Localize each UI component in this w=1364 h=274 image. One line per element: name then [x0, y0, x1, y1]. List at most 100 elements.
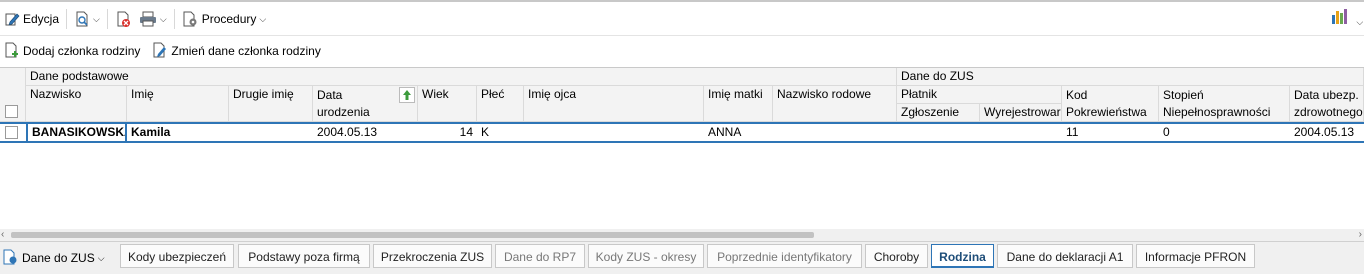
- cell-data-urodzenia[interactable]: 2004.05.13: [313, 123, 418, 142]
- tab-choroby[interactable]: Choroby: [865, 244, 928, 268]
- add-document-icon: [4, 42, 23, 61]
- group-header-basic: Dane podstawowe: [26, 68, 897, 86]
- tab-view-dropdown[interactable]: Dane do ZUS ⌵: [2, 246, 105, 270]
- tab-podstawy-poza-firma[interactable]: Podstawy poza firmą: [238, 244, 370, 268]
- chevron-down-icon[interactable]: ⌵: [160, 14, 167, 25]
- select-all-checkbox[interactable]: [5, 105, 18, 118]
- edit-label: Edycja: [23, 12, 60, 26]
- printer-icon: [139, 11, 157, 27]
- col-header-imie-matki[interactable]: Imię matki: [704, 86, 773, 122]
- col-header-stopien-line2: Niepełnosprawności: [1163, 105, 1271, 119]
- cell-imie-ojca[interactable]: [524, 123, 704, 142]
- sort-ascending-icon[interactable]: [399, 87, 415, 103]
- document-icon: [2, 249, 18, 268]
- edit-document-icon: [152, 42, 171, 61]
- col-header-kod-line1: Kod: [1066, 88, 1088, 102]
- cell-stopien-niepelnosprawnosci[interactable]: 0: [1159, 123, 1290, 142]
- action-bar: Dodaj członka rodziny Zmień dane członka…: [0, 37, 1364, 65]
- bottom-tab-bar: Dane do ZUS ⌵ Kody ubezpieczeń Podstawy …: [0, 241, 1364, 274]
- tab-view-dropdown-label: Dane do ZUS: [22, 251, 95, 265]
- chevron-down-icon: ⌵: [259, 13, 267, 24]
- col-header-data-ubezpieczenia[interactable]: Data ubezp. zdrowotnego: [1290, 86, 1364, 122]
- cell-imie[interactable]: Kamila: [127, 123, 229, 142]
- scroll-left-icon[interactable]: ‹: [1, 229, 4, 241]
- procedures-button[interactable]: Procedury ⌵: [178, 7, 271, 31]
- col-header-drugie-imie[interactable]: Drugie imię: [229, 86, 313, 122]
- window-top-border: [0, 0, 1364, 2]
- pencil-icon: [4, 11, 20, 27]
- col-header-wyrejestrowanie-label: Wyrejestrowar: [984, 105, 1061, 119]
- procedures-label: Procedury: [201, 12, 257, 26]
- cell-kod-pokrewienstwa[interactable]: 11: [1062, 123, 1159, 142]
- cell-zgloszenie[interactable]: [897, 123, 980, 142]
- col-header-imie-ojca-label: Imię ojca: [528, 87, 577, 101]
- chart-button[interactable]: ⌵: [1330, 7, 1363, 28]
- col-header-plec-label: Płeć: [481, 87, 505, 101]
- chevron-down-icon[interactable]: ⌵: [1356, 17, 1363, 27]
- change-family-member-button[interactable]: Zmień dane członka rodziny: [148, 42, 324, 61]
- change-family-member-label: Zmień dane członka rodziny: [171, 44, 321, 58]
- tab-informacje-pfron[interactable]: Informacje PFRON: [1136, 244, 1255, 268]
- tab-kody-ubezpieczen[interactable]: Kody ubezpieczeń: [120, 244, 234, 268]
- cell-nazwisko-rodowe[interactable]: [773, 123, 897, 142]
- col-header-stopien-line1: Stopień: [1163, 88, 1204, 102]
- col-header-zgloszenie-label: Zgłoszenie: [901, 105, 960, 119]
- col-header-data-urodzenia[interactable]: Data urodzenia: [313, 86, 418, 122]
- col-header-stopien-niepelnosprawnosci[interactable]: Stopień Niepełnosprawności: [1159, 86, 1290, 122]
- tab-kody-zus-okresy[interactable]: Kody ZUS - okresy: [588, 244, 704, 268]
- tab-dane-do-deklaracji-a1[interactable]: Dane do deklaracji A1: [997, 244, 1133, 268]
- family-members-grid: Dane podstawowe Dane do ZUS Nazwisko Imi…: [0, 67, 1364, 234]
- delete-document-icon: [115, 11, 131, 27]
- cell-imie-matki[interactable]: ANNA: [704, 123, 773, 142]
- preview-button[interactable]: ⌵: [70, 7, 104, 31]
- col-header-nazwisko-label: Nazwisko: [30, 87, 82, 101]
- gear-document-icon: [182, 11, 198, 27]
- toolbar: Edycja ⌵ ⌵ Procedury ⌵ ⌵: [0, 3, 1364, 36]
- toolbar-separator: [173, 9, 175, 29]
- cell-plec[interactable]: K: [477, 123, 524, 142]
- col-header-wiek[interactable]: Wiek: [418, 86, 477, 122]
- tab-dane-do-rp7[interactable]: Dane do RP7: [495, 244, 585, 268]
- row-checkbox[interactable]: [5, 126, 18, 139]
- cell-data-ubezpieczenia[interactable]: 2004.05.13: [1290, 123, 1364, 142]
- col-header-imie-matki-label: Imię matki: [708, 87, 763, 101]
- cell-nazwisko[interactable]: BANASIKOWSKA: [26, 122, 127, 143]
- preview-icon: [74, 11, 90, 27]
- col-header-ubezp-line2: zdrowotnego: [1294, 105, 1363, 119]
- col-header-drugie-imie-label: Drugie imię: [233, 87, 294, 101]
- col-header-nazwisko-rodowe[interactable]: Nazwisko rodowe: [773, 86, 897, 122]
- horizontal-scrollbar[interactable]: ‹ ›: [0, 229, 1364, 241]
- col-header-wiek-label: Wiek: [422, 87, 449, 101]
- col-header-kod-line2: Pokrewieństwa: [1066, 105, 1147, 119]
- cell-drugie-imie[interactable]: [229, 123, 313, 142]
- col-header-platnik: Płatnik: [897, 86, 1062, 104]
- tab-przekroczenia-zus[interactable]: Przekroczenia ZUS: [373, 244, 492, 268]
- scrollbar-thumb[interactable]: [11, 232, 814, 238]
- tab-poprzednie-identyfikatory[interactable]: Poprzednie identyfikatory: [707, 244, 862, 268]
- scroll-right-icon[interactable]: ›: [1359, 229, 1362, 241]
- chevron-down-icon[interactable]: ⌵: [93, 14, 100, 25]
- col-header-nazwisko[interactable]: Nazwisko: [26, 86, 127, 122]
- col-header-ubezp-line1: Data ubezp.: [1294, 88, 1359, 102]
- col-header-imie-ojca[interactable]: Imię ojca: [524, 86, 704, 122]
- col-header-kod-pokrewienstwa[interactable]: Kod Pokrewieństwa: [1062, 86, 1159, 122]
- group-header-zus: Dane do ZUS: [897, 68, 1364, 86]
- toolbar-separator: [106, 9, 108, 29]
- cell-wiek[interactable]: 14: [418, 123, 477, 142]
- col-header-wyrejestrowanie[interactable]: Wyrejestrowar: [980, 104, 1062, 122]
- col-header-imie[interactable]: Imię: [127, 86, 229, 122]
- col-header-zgloszenie[interactable]: Zgłoszenie: [897, 104, 980, 122]
- edit-button[interactable]: Edycja: [0, 7, 63, 31]
- col-header-plec[interactable]: Płeć: [477, 86, 524, 122]
- delete-button[interactable]: [111, 7, 135, 31]
- add-family-member-label: Dodaj członka rodziny: [23, 44, 141, 58]
- col-header-imie-label: Imię: [131, 87, 154, 101]
- col-header-nazwisko-rodowe-label: Nazwisko rodowe: [777, 87, 872, 101]
- tab-rodzina[interactable]: Rodzina: [931, 244, 994, 268]
- add-family-member-button[interactable]: Dodaj członka rodziny: [0, 42, 144, 61]
- cell-wyrejestrowanie[interactable]: [980, 123, 1062, 142]
- print-button[interactable]: ⌵: [135, 7, 171, 31]
- col-header-data-line2: urodzenia: [317, 105, 370, 119]
- chevron-down-icon: ⌵: [97, 252, 105, 263]
- bar-chart-icon: [1330, 9, 1353, 28]
